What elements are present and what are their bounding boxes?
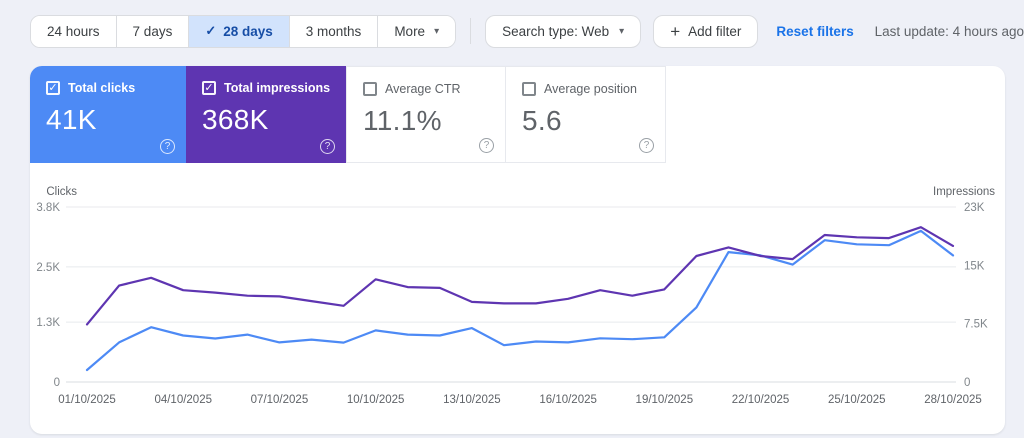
date-label: 19/10/2025 <box>636 394 694 406</box>
search-type-dropdown[interactable]: Search type: Web ▾ <box>485 14 642 48</box>
date-label: 01/10/2025 <box>58 394 116 406</box>
date-label: 07/10/2025 <box>251 394 309 406</box>
metric-value: 41K <box>46 104 97 135</box>
date-label: 22/10/2025 <box>732 394 790 406</box>
right-axis-tick-label: 15K <box>964 260 985 272</box>
last-update-text: Last update: 4 hours ago <box>874 24 1024 39</box>
search-type-label: Search type: Web <box>502 23 610 39</box>
checkbox-average-ctr[interactable]: ✓ <box>363 82 377 96</box>
clicks-line <box>85 229 955 372</box>
performance-chart[interactable]: 0 1.3K 2.5K 3.8K 0 7.5K 15K 23K Clicks Impression… <box>30 185 1005 434</box>
checkmark-icon: ✓ <box>205 23 217 38</box>
left-axis-tick-label: 2.5K <box>36 262 60 274</box>
metric-value: 11.1% <box>363 105 442 136</box>
filter-toolbar: ✓ 24 hours ✓ 7 days ✓ 28 days ✓ 3 months… <box>0 0 1024 62</box>
date-label: 28/10/2025 <box>924 394 982 406</box>
date-range-3-months[interactable]: ✓ 3 months <box>289 15 379 47</box>
metric-label: Total clicks <box>68 81 136 95</box>
add-filter-button[interactable]: + Add filter <box>653 14 759 48</box>
date-range-label: 3 months <box>305 23 362 39</box>
date-range-label: More <box>394 23 426 39</box>
date-range-label: 28 days <box>223 23 273 39</box>
checkbox-total-clicks[interactable]: ✓ <box>46 81 60 95</box>
metric-label: Average position <box>544 82 637 96</box>
add-filter-label: Add filter <box>688 23 742 39</box>
help-icon[interactable]: ? <box>160 139 175 154</box>
date-range-more-menu[interactable]: More ▾ <box>378 15 456 47</box>
metric-card-average-ctr[interactable]: ✓ Average CTR 11.1% ? <box>346 66 506 163</box>
date-label: 10/10/2025 <box>347 394 405 406</box>
right-axis-tick-label: 7.5K <box>964 319 988 331</box>
metric-value: 5.6 <box>522 105 562 136</box>
left-axis-tick-label: 3.8K <box>36 202 60 214</box>
date-range-28-days[interactable]: ✓ 28 days <box>189 15 290 47</box>
checkmark-icon: ✓ <box>48 81 58 94</box>
date-range-selector: ✓ 24 hours ✓ 7 days ✓ 28 days ✓ 3 months… <box>30 14 457 48</box>
performance-panel: ✓ Total clicks 41K ? ✓ Total impressions… <box>30 66 1005 434</box>
help-icon[interactable]: ? <box>639 138 654 153</box>
metric-card-total-clicks[interactable]: ✓ Total clicks 41K ? <box>30 66 186 163</box>
checkbox-average-position[interactable]: ✓ <box>522 82 536 96</box>
date-range-label: 24 hours <box>47 23 100 39</box>
date-range-24-hours[interactable]: ✓ 24 hours <box>31 15 117 47</box>
date-range-7-days[interactable]: ✓ 7 days <box>116 15 190 47</box>
metric-value: 368K <box>202 104 269 135</box>
metric-card-average-position[interactable]: ✓ Average position 5.6 ? <box>506 66 666 163</box>
date-range-label: 7 days <box>132 23 173 39</box>
plus-icon: + <box>670 21 681 41</box>
right-axis-title: Impressions <box>933 186 995 198</box>
date-label: 25/10/2025 <box>828 394 886 406</box>
date-label: 04/10/2025 <box>154 394 212 406</box>
metric-label: Total impressions <box>224 81 331 95</box>
clicks-impressions-line-chart[interactable]: 0 1.3K 2.5K 3.8K 0 7.5K 15K 23K Clicks Impression… <box>30 185 1005 434</box>
right-axis-tick-label: 23K <box>964 202 985 214</box>
help-icon[interactable]: ? <box>320 139 335 154</box>
toolbar-divider <box>470 18 472 44</box>
date-label: 16/10/2025 <box>539 394 597 406</box>
reset-filters-link[interactable]: Reset filters <box>776 24 853 39</box>
date-label: 13/10/2025 <box>443 394 501 406</box>
help-icon[interactable]: ? <box>479 138 494 153</box>
left-axis-tick-label: 0 <box>54 377 60 389</box>
checkmark-icon: ✓ <box>204 81 214 94</box>
checkbox-total-impressions[interactable]: ✓ <box>202 81 216 95</box>
caret-down-icon: ▾ <box>619 25 625 37</box>
left-axis-tick-label: 1.3K <box>36 317 60 329</box>
caret-down-icon: ▾ <box>434 25 440 37</box>
metric-label: Average CTR <box>385 82 461 96</box>
left-axis-title: Clicks <box>46 186 77 198</box>
right-axis-tick-label: 0 <box>964 377 970 389</box>
metric-card-total-impressions[interactable]: ✓ Total impressions 368K ? <box>186 66 346 163</box>
